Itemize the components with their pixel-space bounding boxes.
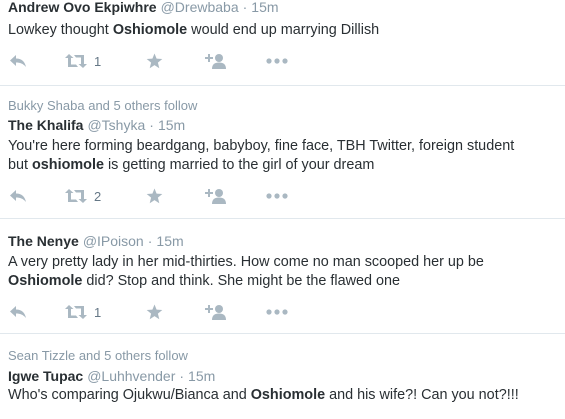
tweet-header: The Khalifa @Tshyka · 15m (8, 117, 185, 133)
timestamp[interactable]: 15m (156, 233, 183, 249)
author-handle[interactable]: @IPoison (83, 233, 144, 249)
retweet-icon (65, 54, 87, 68)
reply-icon (10, 55, 26, 67)
more-button[interactable] (266, 302, 288, 322)
author-name[interactable]: The Nenye (8, 233, 79, 249)
tweet-header: The Nenye @IPoison · 15m (8, 233, 184, 249)
text-span: You're here forming beardgang, babyboy, … (8, 138, 515, 154)
text-span: and his wife?! Can you not?!!! (325, 387, 519, 403)
tweet-text-line: Oshiomole did? Stop and think. She might… (8, 272, 565, 291)
star-icon (146, 188, 163, 204)
text-span: A very pretty lady in her mid-thirties. … (8, 254, 484, 270)
tweet-text-line: You're here forming beardgang, babyboy, … (8, 137, 565, 156)
text-span: Who's comparing Ojukwu/Bianca and (8, 387, 251, 403)
text-span: would end up marrying Dillish (187, 22, 380, 38)
more-button[interactable] (266, 51, 288, 71)
text-span: is getting married to the girl of your d… (103, 157, 375, 173)
follow-button[interactable] (205, 302, 227, 322)
reply-icon (10, 190, 26, 202)
add-user-icon (205, 305, 226, 320)
star-icon (146, 304, 163, 320)
tweet-text-line: A very pretty lady in her mid-thirties. … (8, 253, 565, 272)
tweet-text: Who's comparing Ojukwu/Bianca and Oshiom… (8, 386, 565, 405)
tweet-text: Lowkey thought Oshiomole would end up ma… (8, 21, 565, 40)
highlighted-keyword: Oshiomole (8, 273, 83, 289)
author-handle[interactable]: @Drewbaba (161, 0, 239, 15)
reply-button[interactable] (9, 51, 27, 71)
follow-button[interactable] (205, 51, 227, 71)
retweet-button[interactable]: 1 (65, 51, 101, 71)
author-name[interactable]: The Khalifa (8, 117, 83, 133)
more-button[interactable] (266, 186, 288, 206)
reply-button[interactable] (9, 302, 27, 322)
separator-dot: · (179, 368, 185, 384)
tweet-text-line: Who's comparing Ojukwu/Bianca and Oshiom… (8, 386, 565, 405)
timestamp[interactable]: 15m (251, 0, 278, 15)
retweet-button[interactable]: 2 (65, 186, 101, 206)
like-button[interactable] (146, 302, 163, 322)
retweet-icon (65, 305, 87, 319)
tweet-text: A very pretty lady in her mid-thirties. … (8, 253, 565, 291)
author-name[interactable]: Igwe Tupac (8, 368, 83, 384)
highlighted-keyword: Oshiomole (112, 22, 188, 38)
add-user-icon (205, 189, 226, 204)
text-span: did? Stop and think. She might be the fl… (82, 273, 400, 289)
highlighted-keyword: oshiomole (32, 157, 104, 173)
separator-dot: · (149, 117, 154, 133)
follow-button[interactable] (205, 186, 227, 206)
star-icon (146, 53, 163, 69)
tweet-header: Andrew Ovo Ekpiwhre @Drewbaba · 15m (8, 0, 279, 15)
retweet-count: 2 (94, 188, 102, 204)
highlighted-keyword: Oshiomole (250, 387, 326, 403)
like-button[interactable] (146, 186, 163, 206)
like-button[interactable] (146, 51, 163, 71)
add-user-icon (205, 54, 226, 69)
social-context: Bukky Shaba and 5 others follow (8, 98, 198, 113)
author-handle[interactable]: @Luhhvender (87, 368, 175, 384)
more-icon (266, 58, 288, 64)
separator-dot: · (147, 233, 153, 249)
retweet-button[interactable]: 1 (65, 302, 101, 322)
tweet-header: Igwe Tupac @Luhhvender · 15m (8, 368, 215, 384)
tweet-text-line: Lowkey thought Oshiomole would end up ma… (8, 21, 565, 40)
separator-dot: · (242, 0, 248, 15)
more-icon (266, 309, 288, 315)
timestamp[interactable]: 15m (188, 368, 215, 384)
tweet[interactable]: Sean Tizzle and 5 others follow Igwe Tup… (0, 334, 565, 419)
tweet-text: You're here forming beardgang, babyboy, … (8, 137, 565, 175)
author-name[interactable]: Andrew Ovo Ekpiwhre (8, 0, 157, 15)
reply-button[interactable] (9, 186, 27, 206)
author-handle[interactable]: @Tshyka (87, 117, 145, 133)
social-context: Sean Tizzle and 5 others follow (8, 348, 188, 363)
tweet[interactable]: Bukky Shaba and 5 others follow The Khal… (0, 86, 565, 218)
retweet-count: 1 (94, 53, 102, 69)
timestamp[interactable]: 15m (158, 117, 185, 133)
tweet-text-line: but oshiomole is getting married to the … (8, 156, 565, 175)
retweet-count: 1 (94, 304, 102, 320)
reply-icon (10, 306, 26, 318)
tweet[interactable]: The Nenye @IPoison · 15m A very pretty lady… (0, 219, 565, 333)
text-span: but (8, 157, 33, 173)
text-span: Lowkey thought (8, 22, 113, 38)
tweet[interactable]: Andrew Ovo Ekpiwhre @Drewbaba · 15m Lowkey … (0, 0, 565, 85)
retweet-icon (65, 189, 87, 203)
more-icon (266, 193, 288, 199)
